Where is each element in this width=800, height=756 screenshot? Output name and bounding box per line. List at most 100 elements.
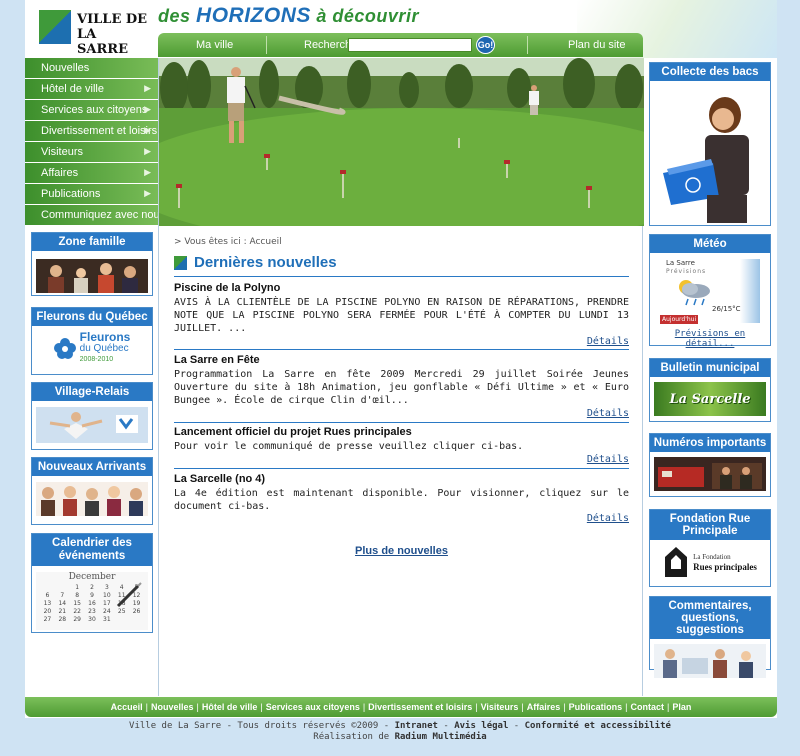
news-title[interactable]: La Sarcelle (no 4)	[174, 473, 629, 485]
news-details-link[interactable]: Détails	[587, 513, 629, 524]
zone-famille-box[interactable]: Zone famille	[31, 232, 153, 296]
calendar-day: 31	[103, 616, 111, 623]
section-title: Dernières nouvelles	[194, 254, 337, 271]
news-details-link[interactable]: Détails	[587, 408, 629, 419]
calendar-day: 23	[88, 608, 96, 615]
footer-nav: Accueil | Nouvelles | Hôtel de ville | Service…	[25, 697, 777, 717]
avis-legal-link[interactable]: Avis légal	[454, 721, 508, 731]
news-item: Lancement officiel du projet Rues princi…	[174, 426, 629, 468]
box-title: Fleurons du Québec	[32, 308, 152, 326]
village-relais-box[interactable]: Village-Relais	[31, 382, 153, 450]
calendar-day: 13	[43, 600, 52, 607]
left-nav-label: Services aux citoyens	[41, 104, 148, 116]
footer-separator: |	[666, 702, 670, 712]
news-details-link[interactable]: Détails	[587, 454, 629, 465]
footer-link[interactable]: Hôtel de ville	[202, 702, 258, 712]
footer-link[interactable]: Visiteurs	[481, 702, 519, 712]
meteo-box[interactable]: Météo La Sarre Prévisions 26/15°C Aujour…	[649, 234, 771, 349]
golf-hero-image	[159, 58, 644, 226]
copyright-text: Ville de La Sarre - Tous droits réservés…	[129, 721, 395, 731]
fondation-logo-a: La Fondation	[693, 553, 731, 561]
nav-divider	[266, 36, 267, 54]
left-nav-item-visiteurs[interactable]: Visiteurs ▶	[25, 142, 158, 163]
radium-link[interactable]: Radium Multimédia	[395, 732, 487, 742]
left-nav-label: Divertissement et loisirs	[41, 125, 158, 137]
left-nav-item-affaires[interactable]: Affaires ▶	[25, 163, 158, 184]
calendrier-box[interactable]: Calendrier des événements December 12345…	[31, 533, 153, 633]
chevron-right-icon: ▶	[144, 188, 151, 198]
calendar-day: 22	[73, 608, 81, 615]
left-nav-item-divertissement[interactable]: Divertissement et loisirs ▶	[25, 121, 158, 142]
news-details-link[interactable]: Détails	[587, 336, 629, 347]
nav-plan-du-site[interactable]: Plan du site	[568, 39, 625, 51]
footer-link[interactable]: Plan	[672, 702, 691, 712]
chevron-right-icon: ▶	[144, 104, 151, 114]
news-text: AVIS À LA CLIENTÈLE DE LA PISCINE POLYNO…	[174, 297, 629, 334]
fondation-box[interactable]: Fondation Rue Principale La Fondation Ru…	[649, 509, 771, 587]
left-nav-item-services[interactable]: Services aux citoyens ▶	[25, 100, 158, 121]
nav-ma-ville[interactable]: Ma ville	[196, 39, 233, 51]
collecte-box[interactable]: Collecte des bacs	[649, 62, 771, 226]
left-nav-item-hotel-de-ville[interactable]: Hôtel de ville ▶	[25, 79, 158, 100]
chevron-right-icon: ▶	[144, 125, 151, 135]
footer-link[interactable]: Publications	[569, 702, 623, 712]
footer-link[interactable]: Services aux citoyens	[266, 702, 360, 712]
meteo-details-link[interactable]: Prévisions en détail...	[650, 329, 770, 349]
calendar-image: December 1234567891011121314151617181920…	[36, 572, 148, 630]
numeros-box[interactable]: Numéros importants	[649, 433, 771, 497]
logo-line1: VILLE DE	[77, 12, 148, 27]
left-nav-item-communiquez[interactable]: Communiquez avec nous	[25, 205, 165, 226]
calendar-day: 30	[88, 616, 96, 623]
news-item: Piscine de la Polyno AVIS À LA CLIENTÈLE…	[174, 282, 629, 348]
news-title[interactable]: Lancement officiel du projet Rues princi…	[174, 426, 629, 438]
news-item: La Sarcelle (no 4) La 4e édition est mai…	[174, 473, 629, 529]
calendar-day: 14	[58, 600, 67, 607]
calendar-day: 28	[58, 616, 67, 623]
news-text: La 4e édition est maintenant disponible.…	[174, 488, 629, 512]
copyright: Ville de La Sarre - Tous droits réservés…	[129, 721, 671, 742]
calendar-day: 26	[132, 608, 141, 615]
calendar-blank	[55, 584, 70, 591]
left-nav-item-nouvelles[interactable]: Nouvelles	[25, 58, 158, 79]
box-title: Calendrier des événements	[32, 534, 152, 566]
intranet-link[interactable]: Intranet	[395, 721, 438, 731]
fleurons-logo-title: Fleurons	[79, 330, 131, 344]
meteo-gradient	[740, 259, 760, 323]
search-input[interactable]	[348, 38, 472, 52]
top-nav: Ma ville Recherche Go! Plan du site	[158, 33, 643, 57]
slogan: des HORIZONS à découvrir	[158, 4, 419, 30]
footer-link[interactable]: Contact	[630, 702, 664, 712]
news-divider	[174, 422, 629, 423]
fleurons-logo-sub: du Québec	[79, 343, 129, 354]
site-logo[interactable]: VILLE DE LA SARRE	[39, 10, 149, 57]
nouveaux-arrivants-box[interactable]: Nouveaux Arrivants	[31, 457, 153, 525]
meteo-day: Aujourd'hui	[660, 315, 698, 324]
calendar-day: 10	[103, 592, 111, 599]
fleurons-box[interactable]: Fleurons du Québec Fleurons du Québec 20…	[31, 307, 153, 375]
slogan-part-a: des	[158, 6, 191, 26]
left-nav-label: Nouvelles	[41, 62, 90, 74]
footer-link[interactable]: Divertissement et loisirs	[368, 702, 472, 712]
nav-divider	[527, 36, 528, 54]
calendar-day: 29	[73, 616, 81, 623]
fleurons-logo-years: 2008-2010	[79, 356, 114, 363]
left-nav-item-publications[interactable]: Publications ▶	[25, 184, 158, 205]
conformite-link[interactable]: Conformité et accessibilité	[525, 721, 671, 731]
footer-separator: |	[521, 702, 524, 712]
meteo-widget: La Sarre Prévisions 26/15°C Aujourd'hui	[660, 259, 760, 325]
more-news-link[interactable]: Plus de nouvelles	[159, 545, 644, 557]
footer-link[interactable]: Affaires	[527, 702, 561, 712]
bulletin-box[interactable]: Bulletin municipal La Sarcelle	[649, 358, 771, 422]
footer-link[interactable]: Nouvelles	[151, 702, 194, 712]
box-title: Collecte des bacs	[650, 63, 770, 81]
search-go-button[interactable]: Go!	[476, 36, 495, 54]
news-title[interactable]: La Sarre en Fête	[174, 354, 629, 366]
commentaires-box[interactable]: Commentaires, questions, suggestions	[649, 596, 771, 678]
fondation-logo: La Fondation Rues principales	[650, 545, 770, 579]
box-title: Commentaires, questions, suggestions	[650, 597, 770, 639]
footer-link[interactable]: Accueil	[111, 702, 143, 712]
meteo-sub: Prévisions	[666, 268, 707, 275]
news-title[interactable]: Piscine de la Polyno	[174, 282, 629, 294]
pen-icon	[116, 582, 142, 608]
la-sarcelle-banner: La Sarcelle	[654, 382, 766, 416]
